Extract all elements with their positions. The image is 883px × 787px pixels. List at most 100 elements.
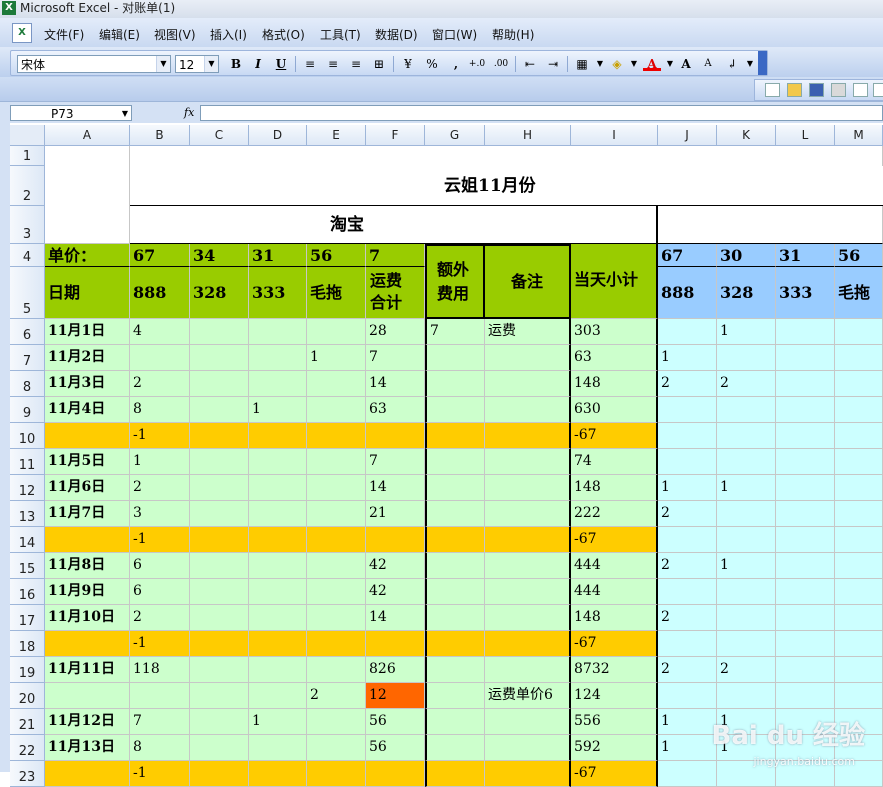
percent-button[interactable]: % bbox=[423, 56, 441, 72]
cell-i[interactable]: 148 bbox=[571, 371, 658, 397]
cell-k[interactable] bbox=[717, 345, 776, 371]
cell-a[interactable]: 11月12日 bbox=[45, 709, 130, 735]
cell-h[interactable] bbox=[485, 735, 571, 761]
cell-a[interactable]: 11月3日 bbox=[45, 371, 130, 397]
cell-i[interactable]: 592 bbox=[571, 735, 658, 761]
cell-e[interactable] bbox=[307, 709, 366, 735]
cell-a[interactable] bbox=[45, 631, 130, 657]
cell-e[interactable] bbox=[307, 501, 366, 527]
item-header[interactable]: 888 bbox=[658, 267, 717, 319]
price-cell[interactable]: 67 bbox=[130, 244, 190, 267]
cell-l[interactable] bbox=[776, 345, 835, 371]
cell-k[interactable]: 2 bbox=[717, 657, 776, 683]
menu-data[interactable]: 数据(D) bbox=[375, 26, 418, 43]
cell-c[interactable] bbox=[190, 449, 249, 475]
cell-a[interactable]: 11月2日 bbox=[45, 345, 130, 371]
column-header-b[interactable]: B bbox=[130, 125, 190, 146]
cell-g[interactable] bbox=[425, 683, 485, 709]
cell-l[interactable] bbox=[776, 579, 835, 605]
cell-f[interactable]: 42 bbox=[366, 579, 425, 605]
cell-j3[interactable] bbox=[658, 206, 883, 244]
cell-h[interactable] bbox=[485, 553, 571, 579]
cell-h[interactable] bbox=[485, 501, 571, 527]
price-cell[interactable]: 31 bbox=[776, 244, 835, 267]
cell-l[interactable] bbox=[776, 527, 835, 553]
cell-f[interactable]: 7 bbox=[366, 345, 425, 371]
menu-help[interactable]: 帮助(H) bbox=[492, 26, 534, 43]
cell-a[interactable]: 11月4日 bbox=[45, 397, 130, 423]
row-header[interactable]: 19 bbox=[10, 657, 45, 683]
fill-color-icon[interactable]: ◈ bbox=[608, 56, 626, 72]
cell-j[interactable] bbox=[658, 683, 717, 709]
new-file-icon[interactable] bbox=[765, 83, 780, 97]
currency-icon[interactable]: ¥ bbox=[399, 56, 417, 72]
row-header[interactable]: 1 bbox=[10, 146, 45, 166]
cell-m[interactable] bbox=[835, 605, 883, 631]
cell-d[interactable] bbox=[249, 475, 307, 501]
cell-h[interactable] bbox=[485, 397, 571, 423]
cell-g[interactable] bbox=[425, 345, 485, 371]
cell-b[interactable]: 6 bbox=[130, 579, 190, 605]
row-header[interactable]: 9 bbox=[10, 397, 45, 423]
column-header-j[interactable]: J bbox=[658, 125, 717, 146]
cell-c[interactable] bbox=[190, 501, 249, 527]
borders-icon[interactable]: ▦ bbox=[573, 56, 591, 72]
text-direction-icon[interactable]: ↲ bbox=[723, 56, 741, 72]
cell-f[interactable]: 28 bbox=[366, 319, 425, 345]
cell-b[interactable]: -1 bbox=[130, 527, 190, 553]
column-header-e[interactable]: E bbox=[307, 125, 366, 146]
cell-b[interactable]: 8 bbox=[130, 735, 190, 761]
cell-k[interactable] bbox=[717, 501, 776, 527]
cell-g[interactable] bbox=[425, 631, 485, 657]
column-header-g[interactable]: G bbox=[425, 125, 485, 146]
chevron-down-icon[interactable]: ▼ bbox=[741, 56, 759, 72]
cell-k[interactable]: 1 bbox=[717, 553, 776, 579]
cell-l[interactable] bbox=[776, 631, 835, 657]
workbook-icon[interactable]: X bbox=[12, 23, 32, 43]
cell-g[interactable] bbox=[425, 501, 485, 527]
row-header[interactable]: 2 bbox=[10, 166, 45, 206]
cell-k[interactable] bbox=[717, 397, 776, 423]
cell-m[interactable] bbox=[835, 319, 883, 345]
shrink-font-button[interactable]: A bbox=[699, 56, 717, 72]
cell-c[interactable] bbox=[190, 423, 249, 449]
print-preview-icon[interactable] bbox=[873, 83, 883, 97]
cell-i[interactable]: 63 bbox=[571, 345, 658, 371]
cell-l[interactable] bbox=[776, 605, 835, 631]
item-header[interactable]: 毛拖 bbox=[835, 267, 883, 319]
cell-h[interactable]: 运费 bbox=[485, 319, 571, 345]
cell-b[interactable]: 118 bbox=[130, 657, 190, 683]
cell-i[interactable]: 444 bbox=[571, 553, 658, 579]
cell-d[interactable] bbox=[249, 631, 307, 657]
cell-a[interactable]: 11月1日 bbox=[45, 319, 130, 345]
cell-e[interactable] bbox=[307, 475, 366, 501]
cell-i[interactable]: 556 bbox=[571, 709, 658, 735]
taobao-header[interactable]: 淘宝 bbox=[130, 206, 658, 244]
column-header-f[interactable]: F bbox=[366, 125, 425, 146]
price-cell[interactable]: 56 bbox=[835, 244, 883, 267]
column-header-k[interactable]: K bbox=[717, 125, 776, 146]
row-header[interactable]: 10 bbox=[10, 423, 45, 449]
cell-l[interactable] bbox=[776, 397, 835, 423]
cell-d[interactable] bbox=[249, 735, 307, 761]
daily-subtotal-header[interactable]: 当天小计 bbox=[571, 244, 658, 319]
cell-b[interactable]: 3 bbox=[130, 501, 190, 527]
cell-j[interactable] bbox=[658, 527, 717, 553]
cell-c[interactable] bbox=[190, 631, 249, 657]
row-header[interactable]: 23 bbox=[10, 761, 45, 787]
cell-c[interactable] bbox=[190, 345, 249, 371]
cell-m[interactable] bbox=[835, 631, 883, 657]
cell-e[interactable] bbox=[307, 605, 366, 631]
column-header-c[interactable]: C bbox=[190, 125, 249, 146]
cell-g[interactable]: 7 bbox=[425, 319, 485, 345]
increase-decimal-button[interactable]: +.0 bbox=[468, 56, 486, 72]
row-header[interactable]: 4 bbox=[10, 244, 45, 267]
cell-i[interactable]: 124 bbox=[571, 683, 658, 709]
cell-b[interactable]: 2 bbox=[130, 605, 190, 631]
cell-m[interactable] bbox=[835, 397, 883, 423]
cell-e[interactable] bbox=[307, 579, 366, 605]
cell-j[interactable] bbox=[658, 631, 717, 657]
cell-g[interactable] bbox=[425, 475, 485, 501]
cell-e[interactable] bbox=[307, 397, 366, 423]
cell-b[interactable]: 2 bbox=[130, 475, 190, 501]
